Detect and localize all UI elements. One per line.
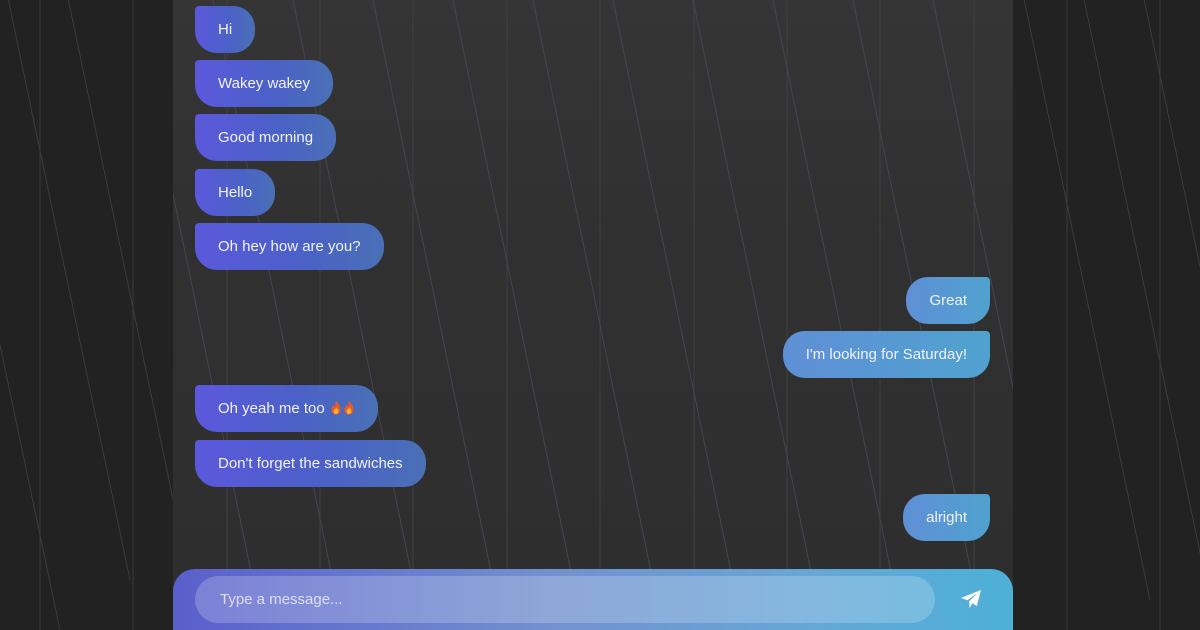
message-row: Hi <box>195 6 990 60</box>
message-row: Oh hey how are you? <box>195 222 990 277</box>
message-row: I'm looking for Saturday! <box>195 331 990 385</box>
incoming-message: Oh yeah me too <box>195 385 378 433</box>
message-row: Good morning <box>195 114 990 168</box>
incoming-message: Don't forget the sandwiches <box>195 439 426 487</box>
incoming-message: Hello <box>195 168 276 216</box>
message-composer <box>173 569 1013 630</box>
paper-plane-icon <box>961 590 981 608</box>
incoming-message: Good morning <box>195 114 337 162</box>
message-row: Hello <box>195 168 990 223</box>
message-input[interactable] <box>195 576 935 623</box>
chat-page: Hi Wakey wakey Good morning Hello Oh hey… <box>0 0 1200 630</box>
message-row: Great <box>195 276 990 331</box>
outgoing-message: alright <box>903 493 990 541</box>
send-button[interactable] <box>953 581 989 617</box>
fire-icon <box>331 400 341 415</box>
chat-panel: Hi Wakey wakey Good morning Hello Oh hey… <box>173 0 1013 630</box>
message-row: alright <box>195 493 990 548</box>
fire-icon <box>344 400 354 415</box>
message-row: Don't forget the sandwiches <box>195 439 990 494</box>
message-text: Oh yeah me too <box>218 400 325 418</box>
incoming-message: Oh hey how are you? <box>195 222 384 270</box>
incoming-message: Wakey wakey <box>195 60 333 108</box>
message-row: Oh yeah me too <box>195 385 990 439</box>
outgoing-message: I'm looking for Saturday! <box>782 331 990 379</box>
outgoing-message: Great <box>906 276 990 324</box>
message-row: Wakey wakey <box>195 60 990 114</box>
incoming-message: Hi <box>195 6 256 53</box>
message-list: Hi Wakey wakey Good morning Hello Oh hey… <box>195 6 990 546</box>
